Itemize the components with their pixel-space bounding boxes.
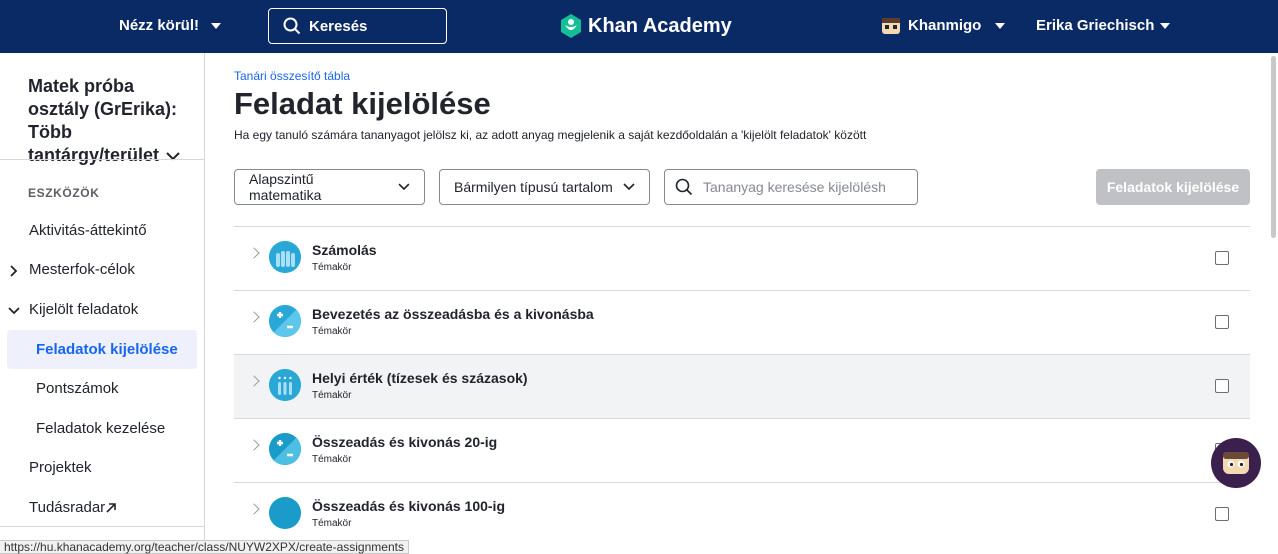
chevron-down-icon: [1160, 22, 1171, 29]
topic-type: Témakör: [312, 326, 352, 337]
search-placeholder: Tananyag keresése kijelölésh: [703, 179, 886, 195]
khanmigo-avatar-icon: [882, 17, 900, 34]
khan-academy-logo[interactable]: Khan Academy: [560, 14, 732, 38]
breadcrumb[interactable]: Tanári összesítő tábla: [234, 69, 350, 83]
sidebar-section-label: ESZKÖZÖK: [28, 186, 100, 200]
chevron-right-icon[interactable]: [248, 375, 260, 387]
page-title: Feladat kijelölése: [234, 86, 491, 121]
topic-title: Összeadás és kivonás 20-ig: [312, 434, 498, 450]
khanmigo-chat-button[interactable]: [1211, 438, 1261, 488]
topic-list: Számolás Témakör Bevezetés az összeadásb…: [234, 226, 1250, 546]
chevron-down-icon: [623, 183, 635, 191]
chevron-right-icon[interactable]: [248, 439, 260, 451]
select-checkbox[interactable]: [1215, 507, 1229, 521]
sidebar-divider: [0, 526, 204, 527]
sidebar-item-label: Projektek: [29, 459, 92, 476]
topic-type: Témakör: [312, 390, 352, 401]
khan-leaf-icon: [561, 14, 581, 38]
top-navigation-bar: Nézz körül! Keresés Khan Academy Khanmig…: [0, 0, 1278, 53]
class-title: Matek próba osztály (GrErika): Több tant…: [28, 76, 178, 165]
topic-type: Témakör: [312, 454, 352, 465]
chevron-down-icon: [211, 22, 222, 29]
chevron-right-icon[interactable]: [248, 503, 260, 515]
subject-dropdown[interactable]: Alapszintű matematika: [234, 169, 425, 205]
subject-dropdown-value: Alapszintű matematika: [249, 171, 322, 203]
place-value-topic-icon: [269, 369, 301, 401]
sidebar-item-projects[interactable]: Projektek: [0, 459, 204, 479]
sidebar-item-knowledge-radar[interactable]: Tudásradar: [0, 499, 204, 519]
user-menu-button[interactable]: Erika Griechisch: [1036, 17, 1171, 34]
list-item[interactable]: Helyi érték (tízesek és százasok) Témakö…: [234, 354, 1250, 418]
khanmigo-face-icon: [1223, 452, 1249, 474]
chevron-down-icon: [995, 22, 1006, 29]
search-icon: [675, 178, 693, 196]
chevron-right-icon[interactable]: [248, 247, 260, 259]
sidebar-item-label: Aktivitás-áttekintő: [29, 222, 147, 239]
sidebar-item-manage-assignments[interactable]: Feladatok kezelése: [0, 420, 204, 440]
select-checkbox[interactable]: [1215, 251, 1229, 265]
chevron-right-icon: [10, 265, 18, 277]
content-type-dropdown[interactable]: Bármilyen típusú tartalom: [439, 169, 650, 205]
topic-title: Számolás: [312, 242, 377, 258]
addition-100-topic-icon: [269, 497, 301, 529]
page-subtitle: Ha egy tanuló számára tananyagot jelölsz…: [234, 128, 867, 142]
explore-label: Nézz körül!: [119, 17, 200, 34]
topic-title: Összeadás és kivonás 100-ig: [312, 498, 505, 514]
external-link-icon: [106, 503, 116, 513]
page-scrollbar[interactable]: [1271, 56, 1276, 238]
sidebar-item-label: Kijelölt feladatok: [29, 301, 139, 318]
sidebar-item-label: Pontszámok: [36, 380, 119, 397]
list-item[interactable]: Bevezetés az összeadásba és a kivonásba …: [234, 290, 1250, 354]
topic-title: Helyi érték (tízesek és százasok): [312, 370, 528, 386]
sidebar-item-label: Mesterfok-célok: [29, 261, 135, 278]
list-item[interactable]: Összeadás és kivonás 100-ig Témakör: [234, 482, 1250, 546]
add-subtract-topic-icon: [269, 433, 301, 465]
content-type-dropdown-value: Bármilyen típusú tartalom: [454, 179, 613, 195]
chevron-down-icon: [8, 307, 20, 315]
list-item[interactable]: Számolás Témakör: [234, 226, 1250, 290]
browser-status-url: https://hu.khanacademy.org/teacher/class…: [0, 540, 409, 554]
counting-topic-icon: [269, 241, 301, 273]
sidebar-item-label: Feladatok kezelése: [36, 420, 166, 437]
add-subtract-topic-icon: [269, 305, 301, 337]
global-search-button[interactable]: Keresés: [268, 8, 447, 44]
search-label: Keresés: [309, 17, 368, 35]
main-content: Tanári összesítő tábla Feladat kijelölés…: [205, 53, 1278, 554]
sidebar-divider: [0, 159, 204, 160]
sidebar: Matek próba osztály (GrErika): Több tant…: [0, 53, 205, 554]
list-item[interactable]: Összeadás és kivonás 20-ig Témakör: [234, 418, 1250, 482]
explore-menu-button[interactable]: Nézz körül!: [119, 17, 222, 34]
sidebar-item-mastery-goals[interactable]: Mesterfok-célok: [0, 261, 204, 281]
sidebar-item-activity-overview[interactable]: Aktivitás-áttekintő: [0, 222, 204, 242]
topic-title: Bevezetés az összeadásba és a kivonásba: [312, 306, 594, 322]
sidebar-item-scores[interactable]: Pontszámok: [0, 380, 204, 400]
content-search-input[interactable]: Tananyag keresése kijelölésh: [664, 169, 918, 205]
sidebar-item-label: Feladatok kijelölése: [36, 341, 178, 358]
sidebar-item-label: Tudásradar: [29, 499, 106, 516]
select-checkbox[interactable]: [1215, 315, 1229, 329]
class-selector[interactable]: Matek próba osztály (GrErika): Több tant…: [28, 75, 198, 167]
sidebar-item-assigned-tasks[interactable]: Kijelölt feladatok: [0, 301, 204, 321]
chevron-down-icon: [398, 183, 410, 191]
khanmigo-label: Khanmigo: [908, 17, 982, 34]
topic-type: Témakör: [312, 518, 352, 529]
search-icon: [283, 17, 301, 35]
topic-type: Témakör: [312, 262, 352, 273]
logo-text: Khan Academy: [588, 14, 732, 37]
user-name: Erika Griechisch: [1036, 17, 1155, 34]
select-checkbox[interactable]: [1215, 379, 1229, 393]
assign-tasks-button[interactable]: Feladatok kijelölése: [1096, 169, 1250, 205]
sidebar-item-create-assignments[interactable]: Feladatok kijelölése: [7, 330, 197, 369]
chevron-right-icon[interactable]: [248, 311, 260, 323]
khanmigo-menu-button[interactable]: Khanmigo: [882, 17, 1006, 34]
